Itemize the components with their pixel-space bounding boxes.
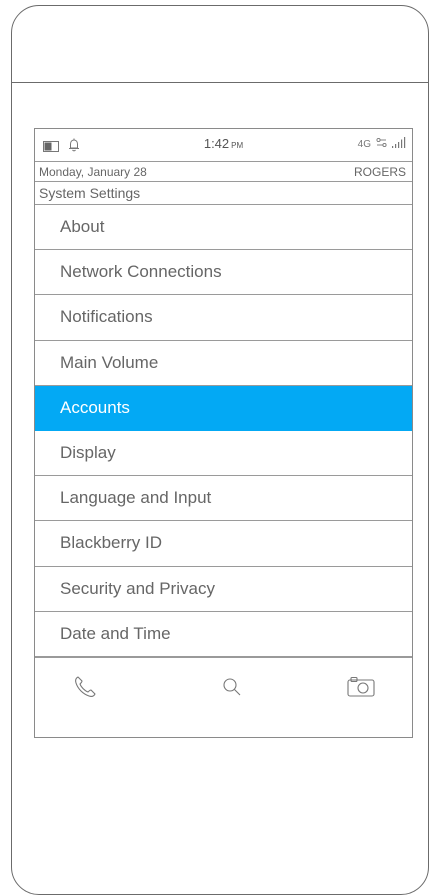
date-bar: Monday, January 28 ROGERS <box>35 162 412 182</box>
menu-item-language-and-input[interactable]: Language and Input <box>35 476 412 522</box>
menu-item-blackberry-id[interactable]: Blackberry ID <box>35 521 412 567</box>
bottom-bar <box>35 657 412 737</box>
search-icon <box>220 675 244 704</box>
search-button[interactable] <box>217 674 247 704</box>
status-right-icons: 4G <box>358 137 406 151</box>
phone-icon <box>72 674 98 705</box>
camera-icon <box>346 675 376 704</box>
page-title: System Settings <box>35 182 412 205</box>
network-type: 4G <box>357 138 371 150</box>
phone-screen: 1:42 PM 4G Monday, January 28 ROGERS Sys… <box>34 128 413 738</box>
signal-icon <box>392 137 406 151</box>
menu-item-accounts[interactable]: Accounts <box>35 385 412 431</box>
menu-item-main-volume[interactable]: Main Volume <box>35 341 412 386</box>
ampm-text: PM <box>231 141 244 150</box>
date-text: Monday, January 28 <box>39 165 147 179</box>
phone-top-divider <box>11 82 429 83</box>
data-transfer-icon <box>376 137 387 151</box>
menu-item-date-and-time[interactable]: Date and Time <box>35 612 412 657</box>
status-bar: 1:42 PM 4G <box>35 129 412 162</box>
menu-item-security-and-privacy[interactable]: Security and Privacy <box>35 567 412 612</box>
menu-item-display[interactable]: Display <box>35 431 412 477</box>
menu-item-network-connections[interactable]: Network Connections <box>35 250 412 296</box>
status-time: 1:42 PM <box>35 136 412 151</box>
menu-item-about[interactable]: About <box>35 205 412 251</box>
menu-item-notifications[interactable]: Notifications <box>35 295 412 341</box>
carrier-text: ROGERS <box>353 165 406 179</box>
time-text: 1:42 <box>203 136 230 151</box>
settings-menu: About Network Connections Notifications … <box>35 205 412 657</box>
camera-button[interactable] <box>346 674 376 704</box>
phone-button[interactable] <box>70 674 100 704</box>
